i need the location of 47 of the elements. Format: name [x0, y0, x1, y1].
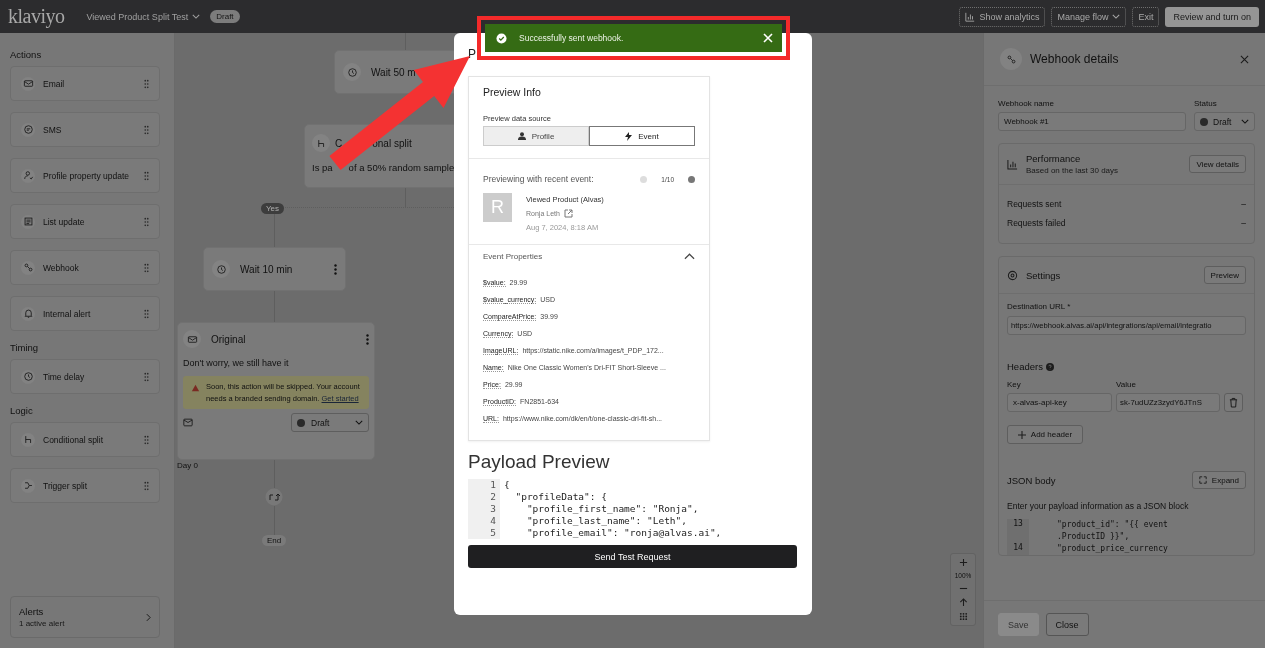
code-line: "profile_email": "ronja@alvas.ai", — [525, 527, 722, 539]
field-label: Status — [1194, 99, 1218, 108]
code-line: "product_price_currency — [1057, 543, 1169, 555]
stat-label: Requests failed — [1007, 218, 1066, 228]
branch-label: Yes — [261, 203, 285, 214]
line-number: 1 — [468, 479, 500, 491]
card-subtitle: Based on the last 30 days — [1026, 166, 1120, 175]
stat-value: – — [1241, 199, 1246, 209]
field-label: Webhook name — [998, 99, 1055, 108]
line-number: 3 — [468, 503, 500, 515]
section-title: Actions — [10, 49, 43, 60]
modal-title: P — [468, 47, 477, 63]
node-title: Original — [211, 333, 247, 345]
field-label: Value — [1116, 380, 1136, 389]
section-title: Logic — [10, 405, 34, 416]
stat-value: – — [1241, 218, 1246, 228]
panel-title: Webhook details — [1030, 52, 1120, 66]
card-title: Preview Info — [483, 86, 542, 98]
email-subject: Don't worry, we still have it — [183, 358, 290, 368]
code-line: "profile_first_name": "Ronja", — [525, 503, 699, 515]
code-line: { — [504, 479, 510, 491]
field-label: Destination URL * — [1007, 302, 1072, 311]
field-label: Key — [1007, 380, 1022, 389]
day-label: Day 0 — [177, 461, 198, 470]
line-number: 5 — [468, 527, 500, 539]
line-number: 2 — [468, 491, 500, 503]
node-description: Is pa — [312, 162, 333, 173]
card-title: Settings — [1026, 269, 1062, 281]
section-title: Headers — [1007, 361, 1043, 372]
line-number: 14 — [1007, 543, 1029, 555]
section-heading: Payload Preview — [468, 451, 611, 473]
node-title: C — [335, 137, 343, 149]
card-title: Performance — [1026, 153, 1082, 164]
line-number: 4 — [468, 515, 500, 527]
node-description: of a 50% random sample. — [348, 162, 457, 173]
code-line: "product_id": "{{ event .ProductID }}", — [1057, 519, 1169, 543]
code-line: "profile_last_name": "Leth", — [525, 515, 688, 527]
line-number: 13 — [1007, 519, 1029, 543]
end-label: End — [262, 535, 287, 546]
stat-label: Requests sent — [1007, 199, 1062, 209]
toast-message: Successfully sent webhook. — [519, 33, 625, 43]
status-badge: Draft — [210, 10, 240, 23]
code-line: "profileData": { — [514, 491, 607, 503]
json-hint: Enter your payload information as a JSON block — [1007, 501, 1190, 511]
section-title: Event Properties — [483, 252, 543, 261]
section-title: Timing — [10, 342, 40, 353]
section-title: JSON body — [1007, 474, 1056, 486]
